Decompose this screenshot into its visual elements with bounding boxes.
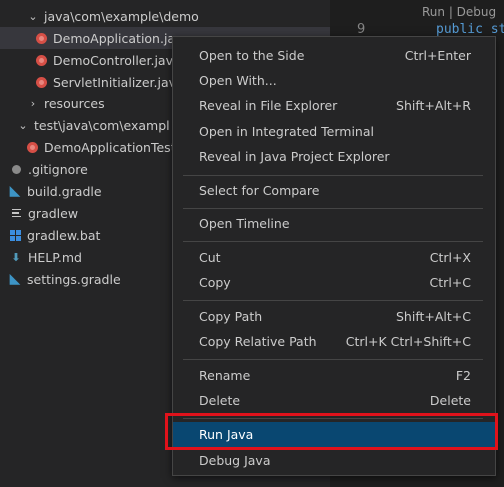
menu-item-label: Rename xyxy=(199,368,251,383)
menu-item-reveal-in-file-explorer[interactable]: Reveal in File Explorer Shift+Alt+R xyxy=(173,93,495,118)
menu-item-label: Copy Path xyxy=(199,309,263,324)
menu-item-label: Delete xyxy=(199,393,241,408)
windows-icon xyxy=(8,228,22,242)
menu-item-reveal-in-java-project-explorer[interactable]: Reveal in Java Project Explorer xyxy=(173,144,495,169)
tree-item-label: DemoApplicationTests xyxy=(44,139,183,155)
java-file-icon xyxy=(34,53,48,67)
tree-item-label: DemoApplication.java xyxy=(53,30,191,46)
menu-item-shortcut: Delete xyxy=(429,393,471,408)
menu-item-copy-path[interactable]: Copy Path Shift+Alt+C xyxy=(173,304,495,329)
menu-item-label: Select for Compare xyxy=(199,183,320,198)
menu-item-copy-relative-path[interactable]: Copy Relative Path Ctrl+K Ctrl+Shift+C xyxy=(173,329,495,354)
tree-item-label: java\com\example\demo xyxy=(44,8,199,24)
tree-item-label: build.gradle xyxy=(27,183,102,199)
menu-item-delete[interactable]: Delete Delete xyxy=(173,388,495,413)
chevron-down-icon: ⌄ xyxy=(18,118,28,132)
chevron-right-icon: › xyxy=(30,96,36,110)
menu-item-open-in-terminal[interactable]: Open in Integrated Terminal xyxy=(173,119,495,144)
menu-item-label: Reveal in File Explorer xyxy=(199,98,338,113)
menu-item-label: Debug Java xyxy=(199,453,271,468)
menu-separator xyxy=(183,175,483,176)
menu-item-shortcut: Ctrl+K Ctrl+Shift+C xyxy=(345,334,471,349)
menu-item-rename[interactable]: Rename F2 xyxy=(173,363,495,388)
menu-item-label: Cut xyxy=(199,250,221,265)
menu-item-label: Open in Integrated Terminal xyxy=(199,124,374,139)
tree-item-label: .gitignore xyxy=(28,161,88,177)
tree-item-label: settings.gradle xyxy=(27,271,121,287)
code-line[interactable]: public stat xyxy=(436,22,504,37)
tree-item-label: test\java\com\exampl xyxy=(34,117,170,133)
tree-item-label: gradlew xyxy=(28,205,79,221)
menu-item-open-with[interactable]: Open With... xyxy=(173,68,495,93)
menu-item-label: Open With... xyxy=(199,73,277,88)
context-menu: Open to the Side Ctrl+Enter Open With...… xyxy=(172,36,496,476)
markdown-icon: ⬇ xyxy=(11,250,21,264)
tree-item-label: gradlew.bat xyxy=(27,227,101,243)
lines-icon xyxy=(9,206,23,220)
codelens-run-debug[interactable]: Run | Debug xyxy=(422,5,496,19)
gradle-icon: ◣ xyxy=(9,183,21,199)
menu-separator xyxy=(183,241,483,242)
java-file-icon xyxy=(34,75,48,89)
menu-item-shortcut: Shift+Alt+C xyxy=(395,309,471,324)
menu-item-open-timeline[interactable]: Open Timeline xyxy=(173,211,495,236)
java-file-icon xyxy=(34,31,48,45)
menu-item-shortcut: F2 xyxy=(455,368,471,383)
gradle-icon: ◣ xyxy=(9,271,21,287)
tree-item-label: DemoController.java xyxy=(53,52,181,68)
tree-item-label: resources xyxy=(44,95,105,111)
git-icon xyxy=(9,162,23,176)
menu-item-label: Copy Relative Path xyxy=(199,334,317,349)
menu-item-label: Open Timeline xyxy=(199,216,290,231)
tree-item-label: HELP.md xyxy=(28,249,82,265)
menu-separator xyxy=(183,359,483,360)
menu-item-copy[interactable]: Copy Ctrl+C xyxy=(173,270,495,295)
menu-item-shortcut: Ctrl+X xyxy=(429,250,471,265)
menu-item-debug-java[interactable]: Debug Java xyxy=(173,448,495,473)
chevron-down-icon: ⌄ xyxy=(28,9,38,23)
menu-item-select-for-compare[interactable]: Select for Compare xyxy=(173,178,495,203)
menu-item-shortcut: Ctrl+C xyxy=(429,275,471,290)
tree-folder-java-com-example-demo[interactable]: ⌄ java\com\example\demo xyxy=(0,5,330,27)
menu-item-shortcut: Shift+Alt+R xyxy=(396,98,471,113)
tree-item-label: ServletInitializer.java xyxy=(53,74,184,90)
menu-item-label: Open to the Side xyxy=(199,48,305,63)
menu-item-cut[interactable]: Cut Ctrl+X xyxy=(173,245,495,270)
menu-separator xyxy=(183,300,483,301)
menu-item-open-to-side[interactable]: Open to the Side Ctrl+Enter xyxy=(173,43,495,68)
menu-item-shortcut: Ctrl+Enter xyxy=(404,48,471,63)
run-java-highlight-outline xyxy=(165,413,498,450)
java-file-icon xyxy=(25,140,39,154)
menu-item-label: Reveal in Java Project Explorer xyxy=(199,149,390,164)
menu-separator xyxy=(183,208,483,209)
line-number: 9 xyxy=(357,22,366,37)
menu-item-label: Copy xyxy=(199,275,231,290)
